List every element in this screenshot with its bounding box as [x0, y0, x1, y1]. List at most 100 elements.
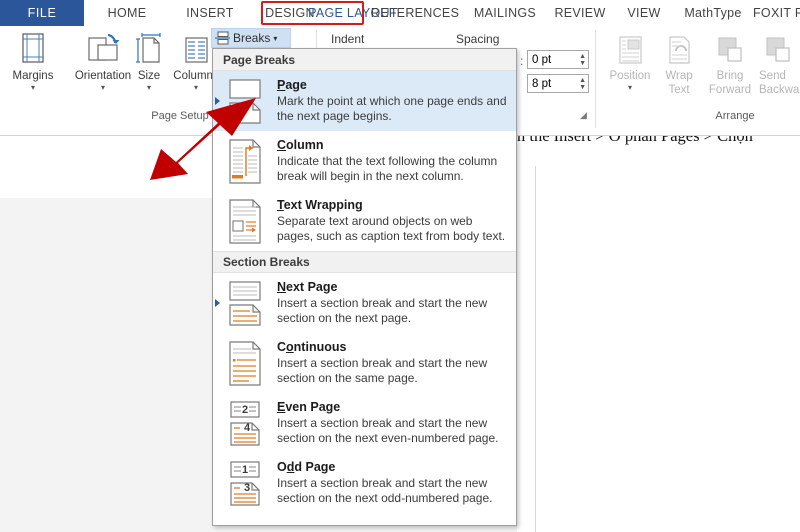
next-page-title-rest: ext Page [286, 280, 338, 294]
breaks-icon [215, 31, 230, 45]
tab-insert[interactable]: INSERT [170, 0, 250, 26]
page-break-text: Page Mark the point at which one page en… [277, 78, 508, 124]
continuous-accesskey: o [286, 340, 294, 354]
column-break-title-rest: olumn [286, 138, 324, 152]
spacing-before-colon: : [520, 54, 524, 68]
spacing-after-input[interactable]: 8 pt ▲ ▼ [527, 74, 589, 93]
even-page-section-title: Even Page [277, 400, 508, 415]
section-breaks-section-header: Section Breaks [213, 251, 516, 273]
menu-item-even-page-section[interactable]: 2 4 Even Page Insert a section break and… [213, 393, 516, 453]
continuous-section-text: Continuous Insert a section break and st… [277, 340, 508, 386]
tab-mailings[interactable]: MAILINGS [465, 0, 545, 26]
send-backward-sublabel: Backward [759, 84, 800, 96]
continuous-title-rest: ntinuous [293, 340, 347, 354]
breaks-button[interactable]: Breaks ▾ [211, 28, 291, 48]
menu-item-continuous-section[interactable]: Continuous Insert a section break and st… [213, 333, 516, 393]
tab-review[interactable]: REVIEW [545, 0, 615, 26]
position-caret-icon[interactable]: ▾ [602, 83, 658, 92]
document-text-line: n the Insert > Ở phần Pages > Chọn [517, 136, 800, 146]
even-page-number-bottom: 4 [244, 422, 251, 434]
ribbon-tab-bar: FILE HOME INSERT DESIGN PAGE LAYOUT REFE… [0, 0, 800, 26]
continuous-title-pre: C [277, 340, 287, 354]
document-canvas[interactable]: n the Insert > Ở phần Pages > Chọn [517, 136, 800, 532]
margins-button[interactable]: Margins ▾ [2, 30, 64, 92]
indent-label: Indent [331, 32, 365, 46]
page-break-title-rest: age [285, 78, 307, 92]
bring-forward-sublabel: Forward [708, 84, 752, 96]
page-breaks-header-label: Page Breaks [223, 52, 296, 67]
tab-foxit[interactable]: FOXIT R [753, 0, 800, 26]
page-break-title: Page [277, 78, 508, 93]
menu-item-text-wrapping-break[interactable]: Text Wrapping Separate text around objec… [213, 191, 516, 251]
send-backward-icon [757, 30, 800, 68]
bring-forward-button[interactable]: Bring Forward [700, 30, 760, 96]
wrap-text-icon [655, 30, 703, 68]
spacing-after-stepper[interactable]: ▲ ▼ [579, 75, 586, 92]
position-button[interactable]: Position ▾ [602, 30, 658, 92]
wrap-text-sublabel: Text [668, 84, 690, 96]
tab-mathtype[interactable]: MathType [673, 0, 753, 26]
next-page-accesskey: N [277, 280, 287, 294]
odd-page-section-icon: 1 3 [223, 460, 267, 506]
continuous-section-icon [223, 340, 267, 386]
position-label: Position [609, 70, 651, 82]
even-page-title-rest: ven Page [285, 400, 341, 414]
send-backward-button[interactable]: Send Backward [757, 30, 800, 96]
margins-icon [2, 30, 64, 68]
menu-item-next-page-section[interactable]: Next Page Insert a section break and sta… [213, 273, 516, 333]
margins-label: Margins [12, 70, 54, 82]
menu-item-column-break[interactable]: Column Indicate that the text following … [213, 131, 516, 191]
text-wrapping-break-text: Text Wrapping Separate text around objec… [277, 198, 508, 244]
spacing-before-input[interactable]: 0 pt ▲ ▼ [527, 50, 589, 69]
wrap-text-button[interactable]: Wrap Text [655, 30, 703, 96]
paragraph-dialog-launcher-icon[interactable]: ◢ [580, 110, 587, 121]
breaks-label: Breaks [233, 31, 271, 45]
page-break-description: Mark the point at which one page ends an… [277, 94, 507, 123]
next-page-section-description: Insert a section break and start the new… [277, 296, 488, 325]
arrange-group-label: Arrange [715, 110, 755, 122]
tab-file[interactable]: FILE [0, 0, 84, 26]
text-wrapping-break-description: Separate text around objects on web page… [277, 214, 506, 243]
next-page-section-text: Next Page Insert a section break and sta… [277, 280, 508, 326]
column-break-text: Column Indicate that the text following … [277, 138, 508, 184]
even-page-section-description: Insert a section break and start the new… [277, 416, 499, 445]
odd-page-number-bottom: 3 [244, 482, 250, 494]
tab-references[interactable]: REFERENCES [365, 0, 465, 26]
odd-page-title-pre: O [277, 460, 287, 474]
even-page-section-text: Even Page Insert a section break and sta… [277, 400, 508, 446]
menu-item-page-break[interactable]: Page Mark the point at which one page en… [213, 71, 516, 131]
bring-forward-label: Bring [716, 70, 744, 82]
spacing-before-stepper[interactable]: ▲ ▼ [579, 51, 586, 68]
even-page-number-top: 2 [242, 404, 248, 416]
position-icon [602, 30, 658, 68]
page-breaks-section-header: Page Breaks [213, 49, 516, 71]
spacing-label: Spacing [456, 32, 500, 46]
odd-page-section-title: Odd Page [277, 460, 508, 475]
menu-item-odd-page-section[interactable]: 1 3 Odd Page Insert a section break and … [213, 453, 516, 513]
spacing-before-value: 0 pt [532, 53, 552, 66]
spacing-after-value: 8 pt [532, 77, 552, 90]
even-page-section-icon: 2 4 [223, 400, 267, 446]
text-wrapping-title-rest: ext Wrapping [283, 198, 363, 212]
next-page-section-icon [223, 280, 267, 326]
text-wrapping-break-icon [223, 198, 267, 244]
text-wrapping-accesskey: T [277, 198, 284, 212]
document-left-edge [535, 166, 536, 532]
continuous-section-description: Insert a section break and start the new… [277, 356, 488, 385]
next-page-marker-icon [215, 299, 220, 307]
word-window: FILE HOME INSERT DESIGN PAGE LAYOUT REFE… [0, 0, 800, 532]
red-arrow-annotation [148, 96, 258, 182]
column-break-accesskey: C [277, 138, 287, 152]
send-backward-label: Send [759, 70, 786, 82]
next-page-section-title: Next Page [277, 280, 508, 295]
wrap-text-label: Wrap [665, 70, 693, 82]
breaks-caret-icon[interactable]: ▾ [273, 34, 277, 43]
tab-view[interactable]: VIEW [615, 0, 673, 26]
column-break-description: Indicate that the text following the col… [277, 154, 498, 183]
margins-caret-icon[interactable]: ▾ [2, 83, 64, 92]
column-break-title: Column [277, 138, 508, 153]
section-breaks-header-label: Section Breaks [223, 255, 310, 269]
bring-forward-icon [700, 30, 760, 68]
tab-home[interactable]: HOME [84, 0, 170, 26]
continuous-section-title: Continuous [277, 340, 508, 355]
